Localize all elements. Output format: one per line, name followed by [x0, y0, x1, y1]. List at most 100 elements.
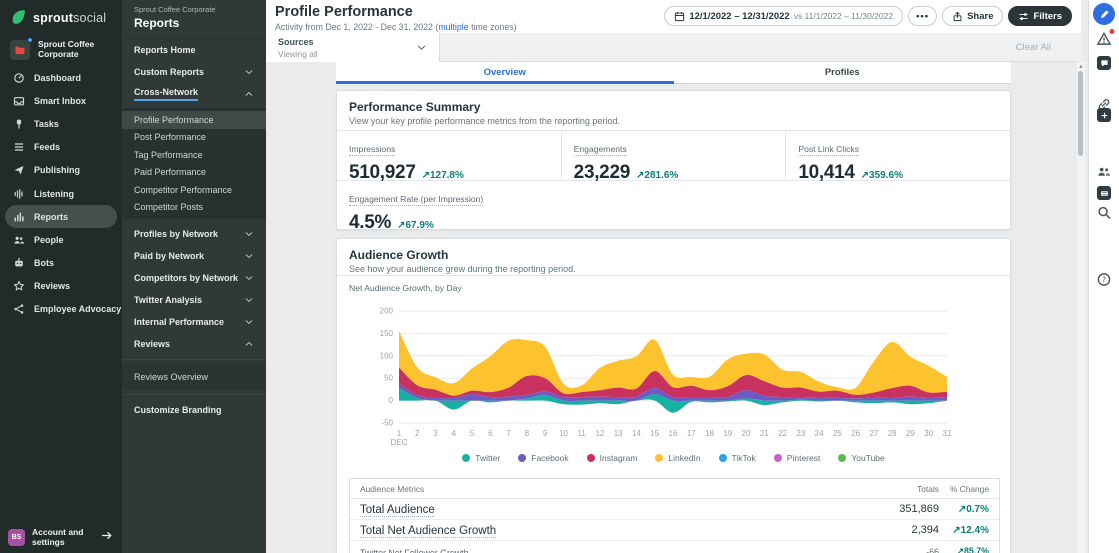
scrollbar-thumb[interactable]: [1078, 71, 1083, 156]
tab-profiles[interactable]: Profiles: [674, 62, 1012, 83]
reports-nav-item-customize-branding[interactable]: Customize Branding: [122, 399, 266, 421]
metric-label[interactable]: Post Link Clicks: [798, 144, 859, 156]
sources-label: Sources: [278, 37, 314, 47]
main-content: Profile Performance Activity from Dec 1,…: [266, 0, 1081, 553]
svg-text:21: 21: [760, 429, 769, 438]
tasks-icon: [13, 118, 25, 130]
keyboard-icon: [1100, 189, 1109, 198]
reports-nav-item-post-performance[interactable]: Post Performance: [122, 129, 266, 147]
metric-engagements: Engagements23,229↗281.6%: [562, 131, 787, 180]
metric-change: ↗359.6%: [861, 170, 903, 181]
reports-nav-item-paid-performance[interactable]: Paid Performance: [122, 164, 266, 182]
search-button[interactable]: [1097, 205, 1112, 220]
row-metric-label[interactable]: Twitter Net Follower Growth: [360, 548, 469, 553]
new-item-button[interactable]: [1097, 108, 1111, 122]
reports-nav-item-internal-performance[interactable]: Internal Performance: [122, 311, 266, 333]
sidebar-item-reviews[interactable]: Reviews: [0, 275, 122, 298]
alerts-button[interactable]: [1097, 31, 1112, 46]
row-total: -66: [819, 547, 939, 553]
reports-sidebar: Sprout Coffee Corporate Reports Reports …: [122, 0, 266, 553]
filters-button[interactable]: Filters: [1008, 6, 1072, 26]
row-metric-label[interactable]: Total Net Audience Growth: [360, 525, 496, 538]
reports-nav-item-competitors-by-network[interactable]: Competitors by Network: [122, 267, 266, 289]
expand-sidebar-icon[interactable]: [101, 529, 114, 547]
sidebar-item-dashboard[interactable]: Dashboard: [0, 66, 122, 89]
metric-label[interactable]: Engagements: [574, 144, 627, 156]
advocacy-icon: [13, 303, 25, 315]
svg-text:7: 7: [506, 429, 511, 438]
audience-button[interactable]: [1097, 164, 1112, 179]
sidebar-item-bots[interactable]: Bots: [0, 252, 122, 275]
nav-label: Profiles by Network: [134, 229, 218, 239]
legend-twitter[interactable]: Twitter: [462, 453, 500, 463]
account-settings[interactable]: BS Account and settings: [0, 528, 122, 547]
reports-nav-item-twitter-analysis[interactable]: Twitter Analysis: [122, 289, 266, 311]
sidebar-item-people[interactable]: People: [0, 228, 122, 251]
svg-text:11: 11: [578, 429, 587, 438]
chart-title: Net Audience Growth, by Day: [349, 283, 462, 293]
nav-label: Reviews: [134, 339, 170, 349]
reports-nav-item-reviews[interactable]: Reviews: [122, 333, 266, 355]
reports-sidebar-title: Reports: [134, 16, 266, 30]
multiple-timezones-link[interactable]: multiple: [438, 22, 468, 32]
logo-text: sproutsocial: [33, 11, 106, 25]
compose-button[interactable]: [1093, 3, 1115, 25]
reports-workspace-label: Sprout Coffee Corporate: [134, 5, 266, 14]
sidebar-item-label: Reports: [34, 212, 68, 222]
reports-nav-item-custom-reports[interactable]: Custom Reports: [122, 61, 266, 83]
legend-pinterest[interactable]: Pinterest: [774, 453, 821, 463]
sidebar-item-label: Feeds: [34, 142, 60, 152]
divider: [122, 359, 266, 360]
clear-all-link[interactable]: Clear All: [1016, 42, 1051, 53]
sidebar-item-listening[interactable]: Listening: [0, 182, 122, 205]
sidebar-item-publishing[interactable]: Publishing: [0, 159, 122, 182]
reports-nav-item-tag-performance[interactable]: Tag Performance: [122, 146, 266, 164]
reports-nav-item-competitor-performance[interactable]: Competitor Performance: [122, 181, 266, 199]
legend-instagram[interactable]: Instagram: [587, 453, 638, 463]
reports-nav-item-reports-home[interactable]: Reports Home: [122, 39, 266, 61]
row-change: ↗0.7%: [939, 504, 999, 515]
chevron-up-icon: [244, 89, 254, 99]
share-button[interactable]: Share: [942, 6, 1003, 26]
reports-nav-item-profiles-by-network[interactable]: Profiles by Network: [122, 223, 266, 245]
svg-text:15: 15: [650, 429, 659, 438]
legend-youtube[interactable]: YouTube: [838, 453, 884, 463]
legend-tiktok[interactable]: TikTok: [719, 453, 756, 463]
content-scrollbar[interactable]: ▲: [1077, 62, 1085, 553]
date-range-button[interactable]: 12/1/2022 – 12/31/2022 vs 11/1/2022 – 11…: [664, 6, 903, 26]
search-icon: [1097, 205, 1112, 220]
reports-nav-item-reviews-overview[interactable]: Reviews Overview: [122, 364, 266, 390]
workspace-switcher[interactable]: Sprout Coffee Corporate: [0, 26, 122, 60]
sidebar-item-tasks[interactable]: Tasks: [0, 112, 122, 135]
svg-text:150: 150: [380, 329, 394, 338]
help-button[interactable]: ?: [1097, 272, 1112, 287]
page-title: Profile Performance: [275, 4, 413, 20]
legend-facebook[interactable]: Facebook: [518, 453, 568, 463]
sidebar-item-employee-advocacy[interactable]: Employee Advocacy: [0, 298, 122, 321]
messages-button[interactable]: [1097, 56, 1111, 70]
sidebar-item-feeds[interactable]: Feeds: [0, 136, 122, 159]
avatar: BS: [8, 529, 25, 546]
tab-overview[interactable]: Overview: [336, 62, 674, 83]
row-metric-label[interactable]: Total Audience: [360, 504, 435, 517]
reports-nav-item-profile-performance[interactable]: Profile Performance: [122, 111, 266, 129]
metric-post-link-clicks: Post Link Clicks10,414↗359.6%: [786, 131, 1010, 180]
sources-dropdown[interactable]: Sources Viewing all: [266, 33, 440, 62]
metric-value: 4.5%: [349, 212, 391, 234]
sidebar-item-smart-inbox[interactable]: Smart Inbox: [0, 89, 122, 112]
keyboard-button[interactable]: [1097, 186, 1111, 200]
legend-label: TikTok: [732, 453, 756, 463]
table-header: Audience Metrics Totals % Change: [350, 479, 999, 499]
scroll-up-arrow[interactable]: ▲: [1078, 64, 1084, 70]
reports-nav-item-cross-network[interactable]: Cross-Network: [122, 83, 266, 105]
legend-linkedin[interactable]: LinkedIn: [655, 453, 700, 463]
metrics-header: Audience Metrics: [350, 484, 819, 494]
sidebar-item-label: Bots: [34, 258, 54, 268]
app-window: sproutsocial Sprout Coffee Corporate Das…: [0, 0, 1119, 553]
more-options-button[interactable]: •••: [908, 6, 937, 26]
reports-nav-item-competitor-posts[interactable]: Competitor Posts: [122, 199, 266, 217]
metric-label[interactable]: Impressions: [349, 144, 395, 156]
sidebar-item-reports[interactable]: Reports: [5, 205, 117, 228]
metric-label[interactable]: Engagement Rate (per Impression): [349, 194, 483, 206]
reports-nav-item-paid-by-network[interactable]: Paid by Network: [122, 245, 266, 267]
